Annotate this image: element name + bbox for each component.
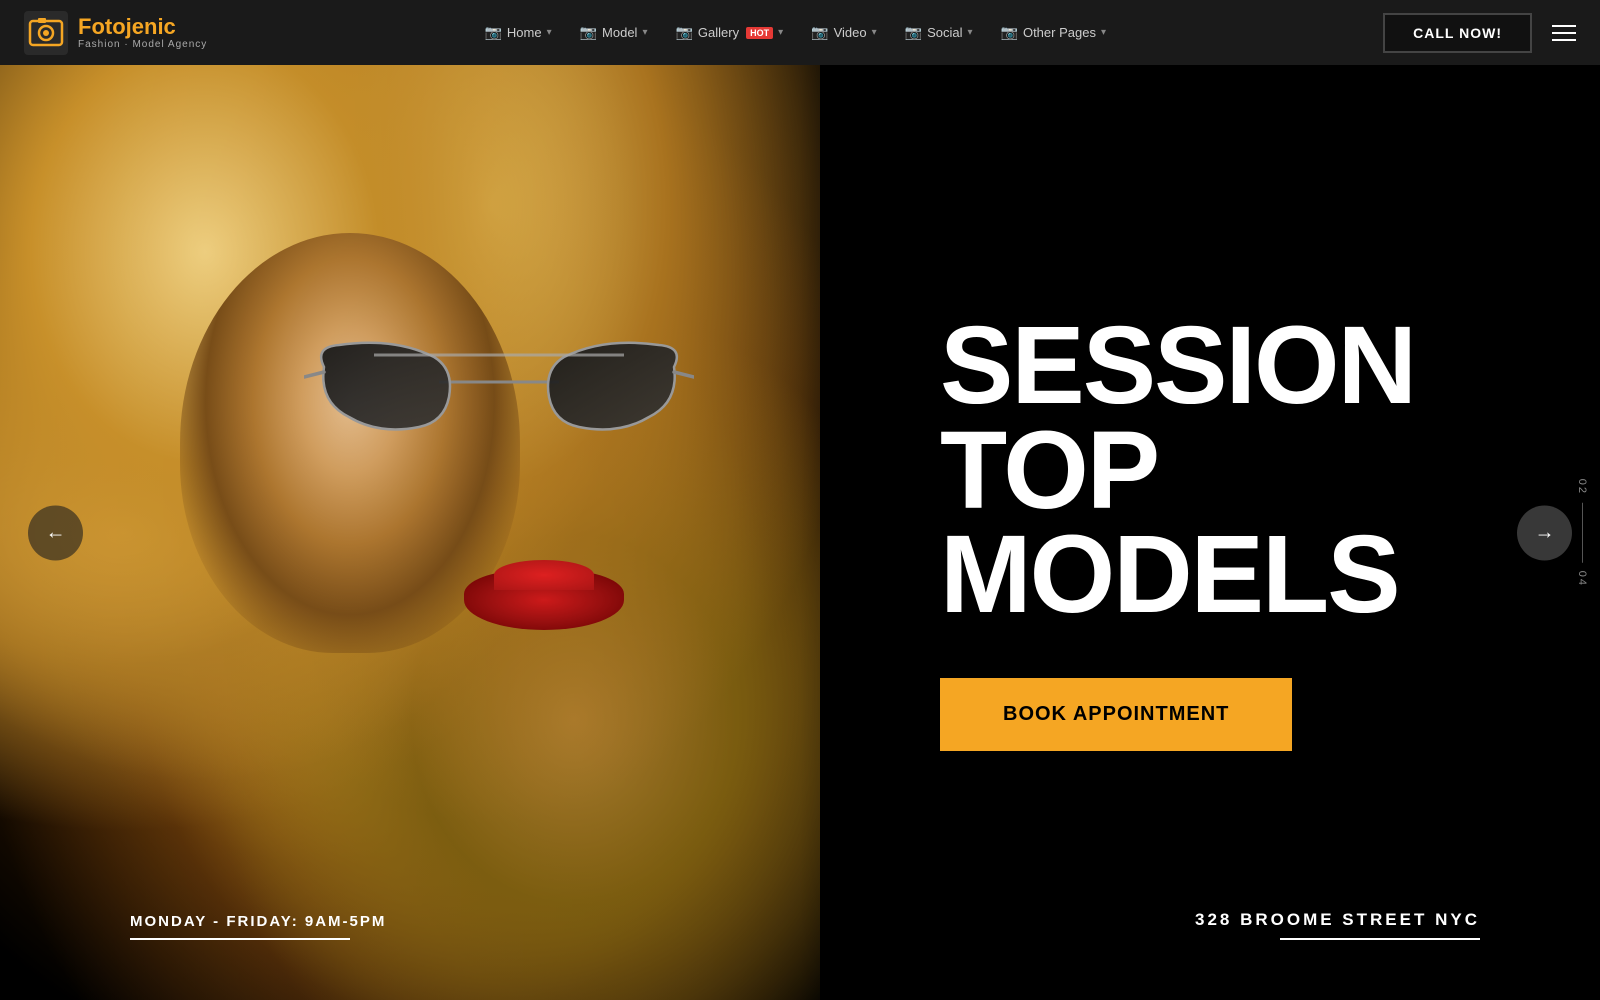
logo-icon [24,11,68,55]
call-now-button[interactable]: CALL NOW! [1383,13,1532,53]
camera-icon: 📷 [905,24,922,41]
camera-icon: 📷 [811,24,828,41]
logo-text: Fotojenic Fashion · Model Agency [78,15,207,50]
chevron-down-icon: ▾ [778,27,783,38]
nav-item-video[interactable]: 📷 Video ▾ [799,16,888,49]
hamburger-menu[interactable] [1552,25,1576,41]
navbar: Fotojenic Fashion · Model Agency 📷 Home … [0,0,1600,65]
camera-icon: 📷 [675,24,692,41]
slide-numbers: 02 04 [1576,478,1588,587]
chevron-down-icon: ▾ [547,27,552,38]
hours-divider [130,938,350,940]
navbar-right: CALL NOW! [1383,13,1576,53]
address-divider [1280,938,1480,940]
business-hours: MONDAY - FRIDAY: 9AM-5PM [130,913,386,930]
logo[interactable]: Fotojenic Fashion · Model Agency [24,11,207,55]
camera-icon: 📷 [580,24,597,41]
slide-next-button[interactable]: → [1517,505,1572,560]
chevron-down-icon: ▾ [872,27,877,38]
hero-section: SESSION TOP MODELS Book Appointment ← → … [0,65,1600,1000]
chevron-down-icon: ▾ [642,27,647,38]
slide-number-total: 04 [1576,571,1588,587]
slide-number-current: 02 [1576,478,1588,494]
sunglasses-graphic [304,327,694,447]
chevron-down-icon: ▾ [967,27,972,38]
address-text: 328 BROOME STREET NYC [1195,910,1480,930]
nav-item-social[interactable]: 📷 Social ▾ [893,16,985,49]
red-lips-graphic [464,570,624,630]
main-nav: 📷 Home ▾ 📷 Model ▾ 📷 Gallery HOT ▾ 📷 Vid… [472,16,1118,49]
chevron-down-icon: ▾ [1101,27,1106,38]
hero-content: SESSION TOP MODELS Book Appointment [880,65,1600,1000]
logo-subtitle: Fashion · Model Agency [78,39,207,50]
nav-item-other[interactable]: 📷 Other Pages ▾ [989,16,1118,49]
nav-item-model[interactable]: 📷 Model ▾ [568,16,660,49]
nav-item-home[interactable]: 📷 Home ▾ [472,16,563,49]
hours-info: MONDAY - FRIDAY: 9AM-5PM [130,913,386,940]
hot-badge: HOT [746,27,773,39]
slide-prev-button[interactable]: ← [28,505,83,560]
camera-icon: 📷 [484,24,501,41]
nav-item-gallery[interactable]: 📷 Gallery HOT ▾ [663,16,795,49]
book-appointment-button[interactable]: Book Appointment [940,678,1292,751]
camera-icon: 📷 [1001,24,1018,41]
hero-title: SESSION TOP MODELS [940,314,1520,628]
slide-number-divider [1582,503,1583,563]
address-info: 328 BROOME STREET NYC [1195,910,1480,940]
